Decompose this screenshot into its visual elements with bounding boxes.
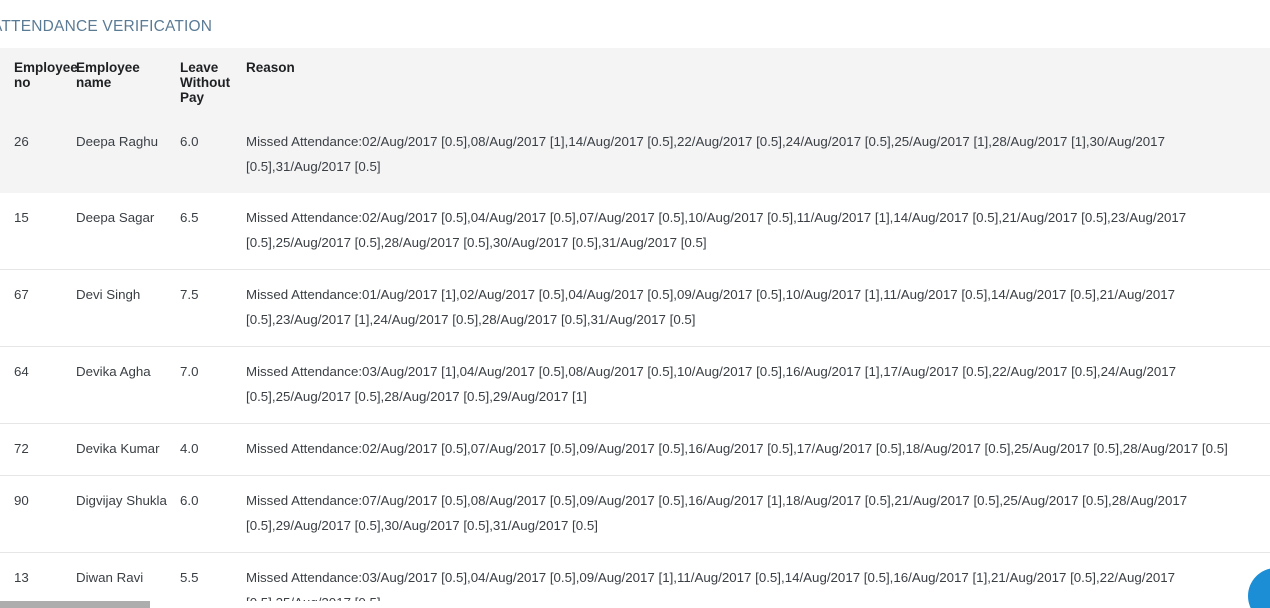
- attendance-table: Employee no Employee name Leave Without …: [0, 48, 1270, 608]
- cell-employee-no: 72: [0, 423, 76, 476]
- page-title: ATTENDANCE VERIFICATION: [0, 18, 213, 35]
- cell-leave-without-pay: 5.5: [180, 552, 246, 608]
- cell-employee-no: 13: [0, 552, 76, 608]
- cell-leave-without-pay: 6.5: [180, 210, 199, 225]
- cell-reason: Missed Attendance:03/Aug/2017 [0.5],04/A…: [246, 552, 1270, 608]
- cell-reason: Missed Attendance:03/Aug/2017 [1],04/Aug…: [246, 346, 1270, 424]
- cell-employee-name: Deepa Raghu: [76, 117, 180, 193]
- table-row[interactable]: 15 Deepa Sagar 6.5 Missed Attendance:02/Aug…: [0, 193, 1270, 270]
- horizontal-scrollbar[interactable]: [0, 601, 1270, 608]
- cell-employee-no: 15: [14, 210, 29, 225]
- cell-employee-name: Deepa Sagar: [76, 210, 155, 225]
- column-header-employee-name[interactable]: Employee name: [76, 48, 180, 117]
- column-header-employee-no[interactable]: Employee no: [0, 48, 78, 117]
- horizontal-scrollbar-thumb[interactable]: [0, 601, 150, 608]
- cell-employee-name: Devika Agha: [76, 346, 180, 424]
- cell-leave-without-pay: 6.0: [180, 475, 246, 553]
- table-header-row: Employee no Employee name Leave Without …: [0, 48, 1270, 117]
- table-row[interactable]: 64 Devika Agha 7.0 Missed Attendance:03/Aug…: [0, 346, 1270, 424]
- attendance-verification-page: ATTENDANCE VERIFICATION Employee no Empl…: [0, 0, 1270, 608]
- cell-leave-without-pay: 6.0: [180, 117, 246, 193]
- table-body: 26 Deepa Raghu 6.0 Missed Attendance:02/Aug…: [0, 117, 1270, 608]
- cell-employee-no: 90: [0, 475, 76, 553]
- column-header-leave-without-pay[interactable]: Leave Without Pay: [180, 48, 246, 117]
- table-row[interactable]: 72 Devika Kumar 4.0 Missed Attendance:02/Au…: [0, 423, 1270, 476]
- cell-leave-without-pay: 4.0: [180, 423, 246, 476]
- table-header: Employee no Employee name Leave Without …: [0, 48, 1270, 117]
- table-row[interactable]: 90 Digvijay Shukla 6.0 Missed Attendance:07…: [0, 475, 1270, 553]
- column-header-reason[interactable]: Reason: [246, 48, 1270, 117]
- cell-employee-name: Digvijay Shukla: [76, 475, 180, 553]
- attendance-table-container: Employee no Employee name Leave Without …: [0, 48, 1270, 608]
- cell-employee-name: Devika Kumar: [76, 423, 180, 476]
- cell-reason: Missed Attendance:02/Aug/2017 [0.5],04/A…: [246, 210, 1187, 250]
- cell-employee-name: Diwan Ravi: [76, 552, 180, 608]
- table-row[interactable]: 26 Deepa Raghu 6.0 Missed Attendance:02/Aug…: [0, 117, 1270, 193]
- cell-employee-name: Devi Singh: [76, 269, 180, 347]
- cell-reason: Missed Attendance:01/Aug/2017 [1],02/Aug…: [246, 269, 1270, 347]
- cell-leave-without-pay: 7.0: [180, 346, 246, 424]
- cell-reason: Missed Attendance:02/Aug/2017 [0.5],08/A…: [246, 117, 1270, 193]
- cell-leave-without-pay: 7.5: [180, 269, 246, 347]
- cell-employee-no: 26: [0, 117, 76, 193]
- cell-employee-no: 67: [0, 269, 76, 347]
- cell-reason: Missed Attendance:07/Aug/2017 [0.5],08/A…: [246, 475, 1270, 553]
- cell-reason: Missed Attendance:02/Aug/2017 [0.5],07/A…: [246, 423, 1270, 476]
- cell-employee-no: 64: [0, 346, 76, 424]
- table-row[interactable]: 13 Diwan Ravi 5.5 Missed Attendance:03/Aug/…: [0, 552, 1270, 608]
- table-row[interactable]: 67 Devi Singh 7.5 Missed Attendance:01/Aug/…: [0, 269, 1270, 347]
